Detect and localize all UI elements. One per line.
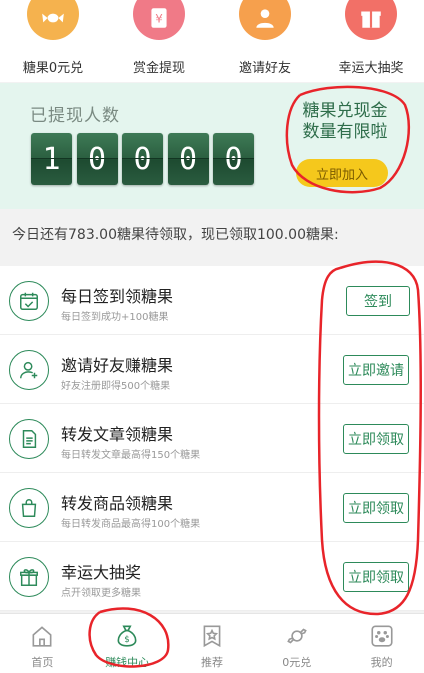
withdraw-counter: 1 0 0 0 0 xyxy=(31,133,259,185)
top-menu-label: 赏金提现 xyxy=(132,61,185,76)
claim-draw-button[interactable]: 立即领取 xyxy=(343,562,409,592)
claim-article-button[interactable]: 立即领取 xyxy=(343,424,409,454)
promo-line: 糖果兑现金 xyxy=(302,101,388,121)
task-title: 转发商品领糖果 xyxy=(61,494,174,513)
task-desc: 点开领取更多糖果 xyxy=(61,588,141,599)
nav-label: 0元兑 xyxy=(282,656,312,669)
svg-text:¥: ¥ xyxy=(155,11,163,25)
task-lucky-draw: 幸运大抽奖 点开领取更多糖果 立即领取 xyxy=(0,542,424,611)
task-title: 每日签到领糖果 xyxy=(61,287,174,306)
nav-label: 我的 xyxy=(370,656,393,669)
yen-icon: ¥ xyxy=(133,0,185,40)
task-invite-friends: 邀请好友赚糖果 好友注册即得500个糖果 立即邀请 xyxy=(0,335,424,404)
add-user-icon xyxy=(9,350,49,390)
gift-icon xyxy=(345,0,397,40)
banner-title: 已提现人数 xyxy=(30,106,120,126)
nav-label: 首页 xyxy=(31,656,54,669)
checkin-button[interactable]: 签到 xyxy=(346,286,410,316)
counter-digit: 0 xyxy=(213,133,254,185)
task-daily-checkin: 每日签到领糖果 每日签到成功+100糖果 签到 xyxy=(0,266,424,335)
nav-earn-center[interactable]: $ 赚钱中心 xyxy=(85,614,170,673)
svg-text:$: $ xyxy=(124,635,130,645)
counter-digit: 0 xyxy=(76,133,118,185)
counter-digit: 0 xyxy=(167,133,209,185)
task-desc: 每日签到成功+100糖果 xyxy=(61,312,169,323)
bottom-nav: 首页 $ 赚钱中心 推荐 0元兑 我的 xyxy=(0,613,424,673)
top-menu: 糖果0元兑 ¥ 赏金提现 邀请好友 幸运大抽奖 xyxy=(0,0,424,82)
top-menu-label: 幸运大抽奖 xyxy=(338,61,404,76)
top-menu-label: 邀请好友 xyxy=(238,61,291,76)
top-menu-label: 糖果0元兑 xyxy=(22,61,84,76)
top-menu-bounty-withdraw[interactable]: ¥ 赏金提现 xyxy=(106,0,212,82)
star-bookmark-icon xyxy=(203,625,221,648)
top-menu-invite-friends[interactable]: 邀请好友 xyxy=(212,0,318,82)
shopping-bag-icon xyxy=(9,488,49,528)
paw-icon xyxy=(371,625,393,647)
promo-line: 数量有限啦 xyxy=(302,122,388,142)
money-bag-icon: $ xyxy=(117,625,137,647)
top-menu-candy-exchange[interactable]: 糖果0元兑 xyxy=(0,0,106,82)
gift-icon xyxy=(9,557,49,597)
invite-now-button[interactable]: 立即邀请 xyxy=(343,355,409,385)
counter-digit: 1 xyxy=(31,133,72,185)
task-list: 每日签到领糖果 每日签到成功+100糖果 签到 邀请好友赚糖果 好友注册即得50… xyxy=(0,266,424,611)
nav-label: 赚钱中心 xyxy=(105,656,150,669)
task-desc: 每日转发文章最高得150个糖果 xyxy=(61,450,201,461)
task-desc: 每日转发商品最高得100个糖果 xyxy=(61,519,201,530)
counter-digit: 0 xyxy=(122,133,163,185)
top-menu-lucky-draw[interactable]: 幸运大抽奖 xyxy=(318,0,424,82)
task-desc: 好友注册即得500个糖果 xyxy=(61,381,171,392)
nav-recommend[interactable]: 推荐 xyxy=(170,614,255,673)
candy-icon xyxy=(287,628,307,644)
withdraw-banner: 已提现人数 1 0 0 0 0 糖果兑现金 数量有限啦 立即加入 xyxy=(0,83,424,209)
person-icon xyxy=(239,0,291,40)
nav-label: 推荐 xyxy=(200,656,223,669)
task-title: 幸运大抽奖 xyxy=(61,563,142,582)
task-share-product: 转发商品领糖果 每日转发商品最高得100个糖果 立即领取 xyxy=(0,473,424,542)
nav-mine[interactable]: 我的 xyxy=(339,614,424,673)
calendar-check-icon xyxy=(9,281,49,321)
join-now-button[interactable]: 立即加入 xyxy=(296,159,388,187)
nav-home[interactable]: 首页 xyxy=(0,614,85,673)
task-title: 转发文章领糖果 xyxy=(61,425,174,444)
candy-icon xyxy=(27,0,79,40)
nav-zero-exchange[interactable]: 0元兑 xyxy=(254,614,339,673)
promo-text: 糖果兑现金 数量有限啦 xyxy=(290,101,400,143)
home-icon xyxy=(32,626,52,647)
task-share-article: 转发文章领糖果 每日转发文章最高得150个糖果 立即领取 xyxy=(0,404,424,473)
document-icon xyxy=(9,419,49,459)
candy-status-notice: 今日还有783.00糖果待领取，现已领取100.00糖果: xyxy=(12,227,339,243)
task-title: 邀请好友赚糖果 xyxy=(61,356,174,375)
claim-product-button[interactable]: 立即领取 xyxy=(343,493,409,523)
